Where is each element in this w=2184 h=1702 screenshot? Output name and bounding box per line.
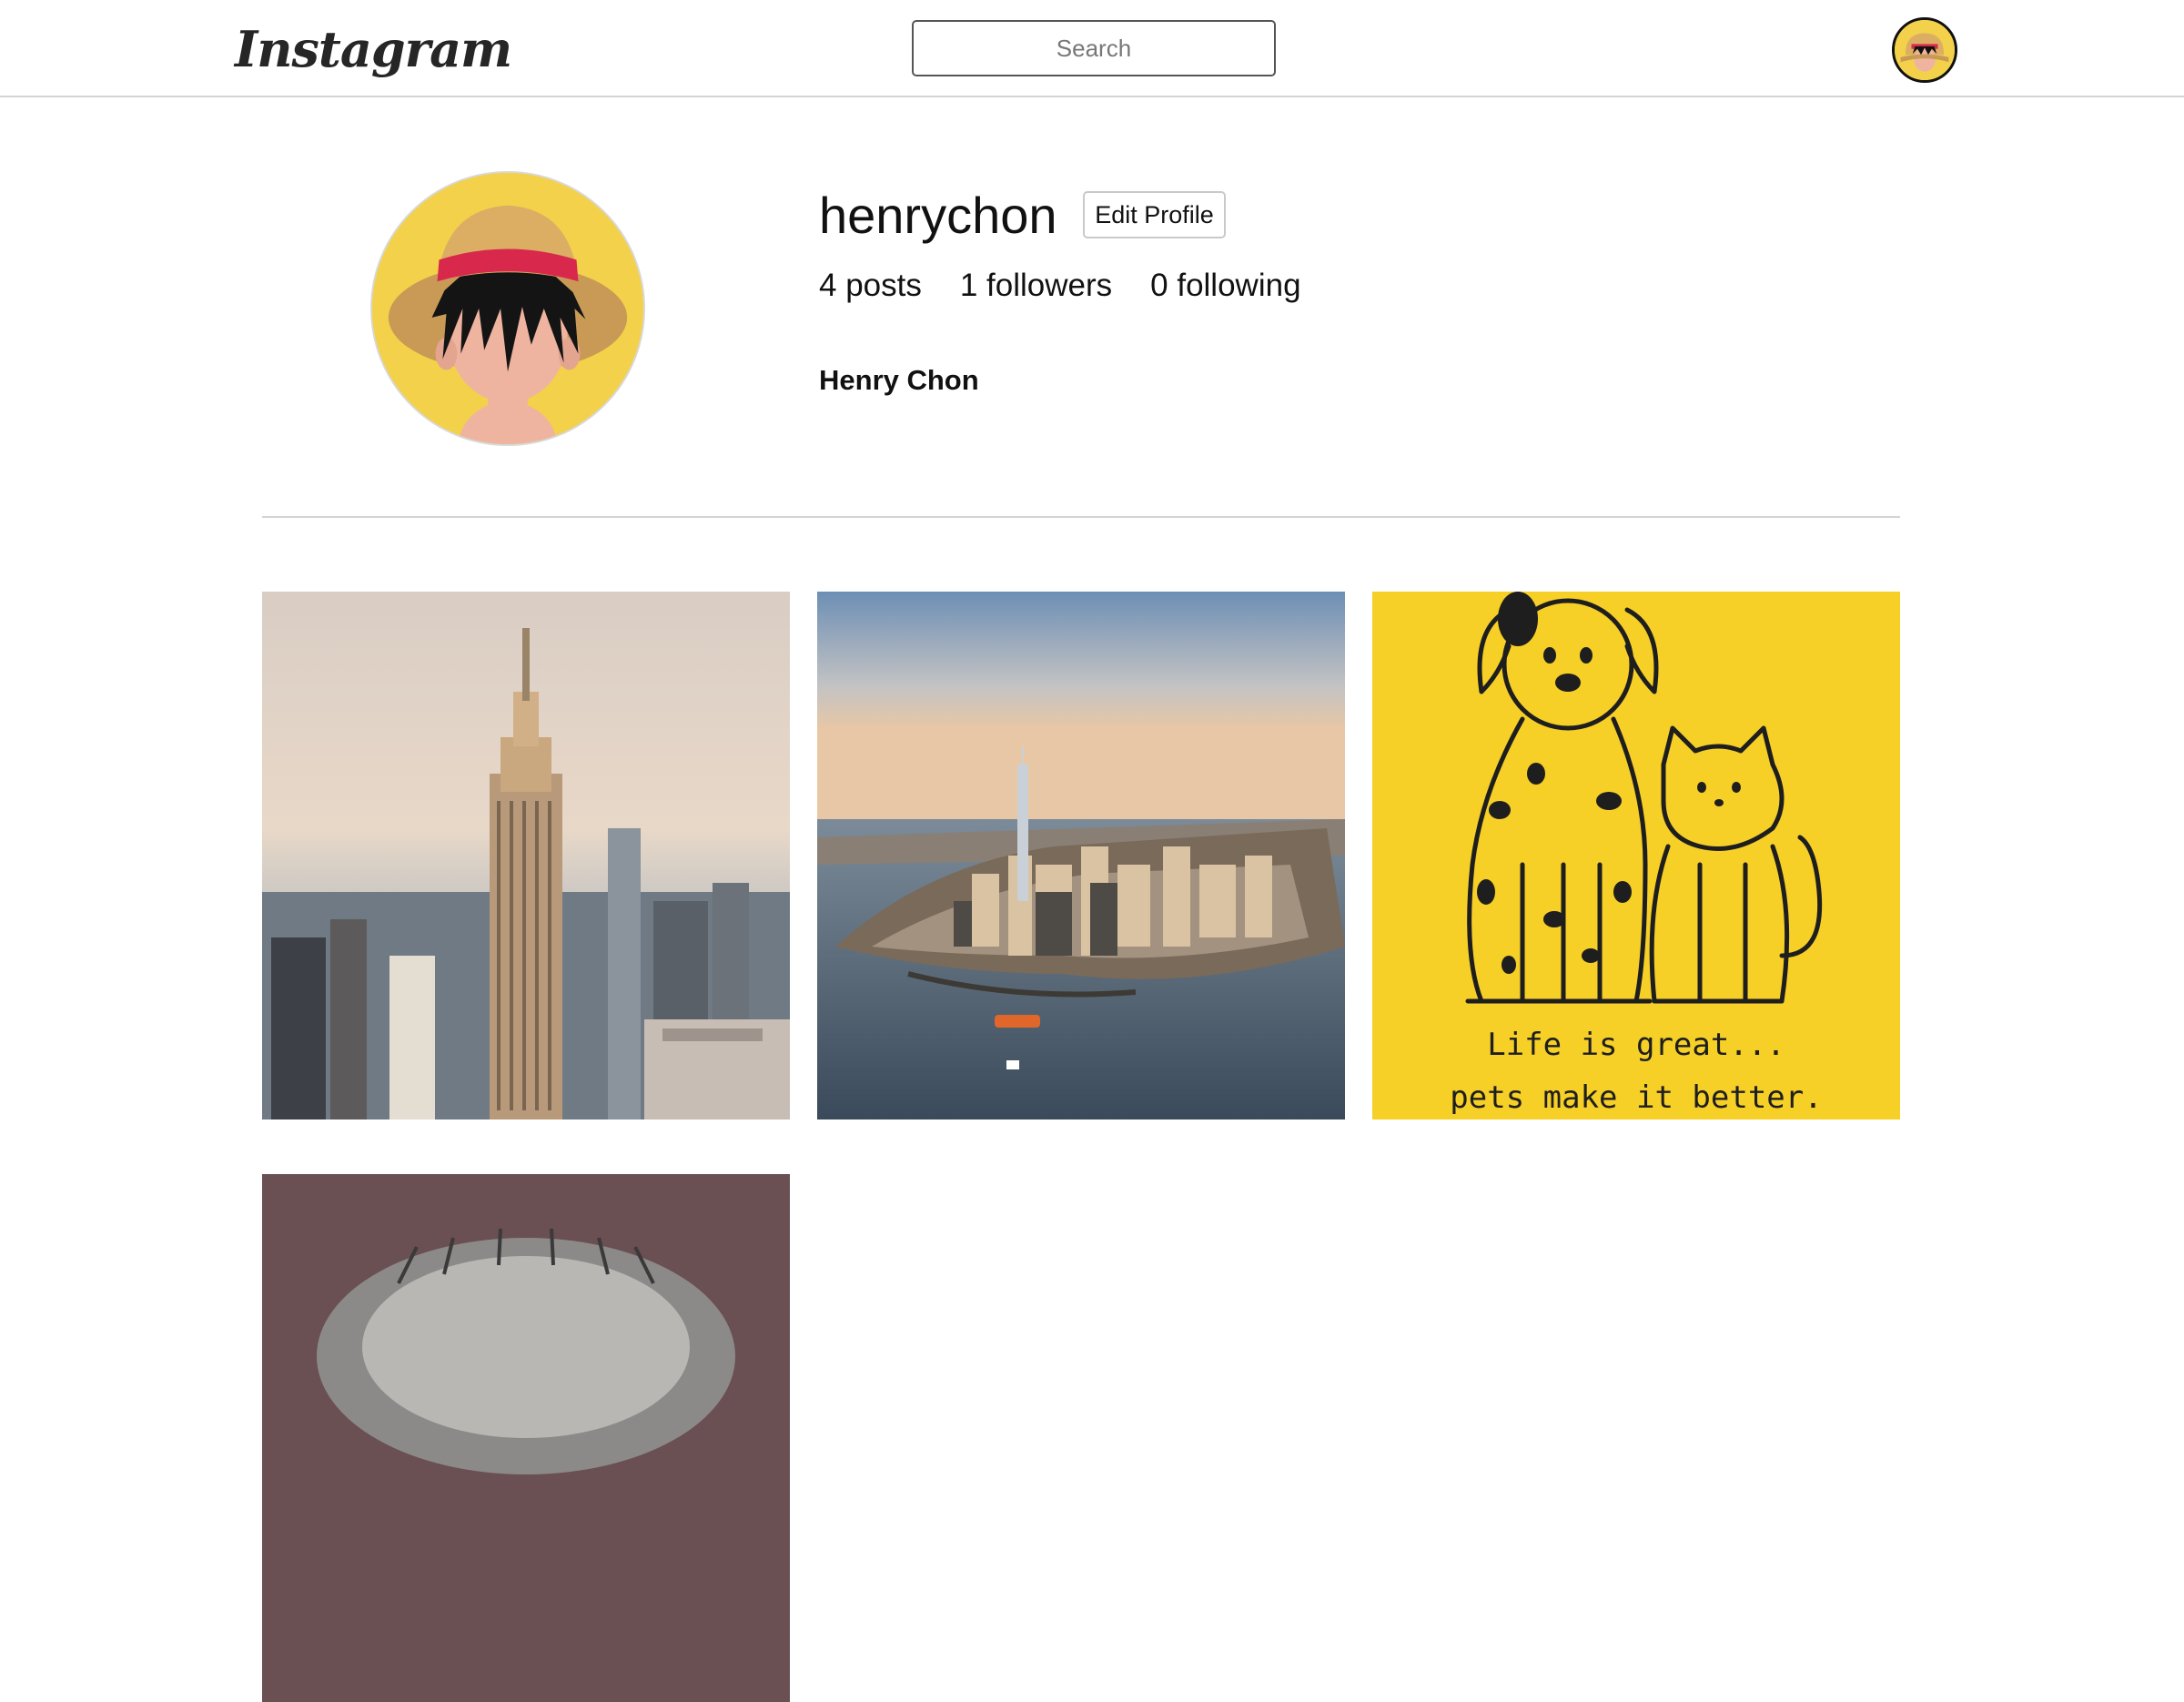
top-navigation-bar: Instagram xyxy=(0,0,2184,97)
profile-picture-icon xyxy=(372,173,643,444)
profile-avatar[interactable] xyxy=(370,171,645,446)
posts-count: 4 posts xyxy=(819,268,922,303)
poster-caption-line-2: pets make it better. xyxy=(1450,1079,1823,1116)
profile-stats: 4 posts 1 followers 0 following xyxy=(819,262,1301,309)
empire-state-photo xyxy=(262,592,790,1119)
poster-caption-line-1: Life is great... xyxy=(1487,1027,1785,1063)
profile-username: henrychon xyxy=(819,187,1057,244)
search-input[interactable] xyxy=(912,20,1276,76)
manhattan-aerial-photo xyxy=(817,592,1345,1119)
following-count[interactable]: 0 following xyxy=(1150,262,1300,309)
edit-profile-button[interactable]: Edit Profile xyxy=(1083,191,1226,238)
followers-count[interactable]: 1 followers xyxy=(960,262,1112,309)
profile-full-name: Henry Chon xyxy=(819,364,979,396)
post-thumbnail-3[interactable]: Life is great... pets make it better. xyxy=(1372,592,1900,1119)
post-thumbnail-4[interactable] xyxy=(262,1174,790,1702)
post-thumbnail-1[interactable] xyxy=(262,592,790,1119)
post-thumbnail-2[interactable] xyxy=(817,592,1345,1119)
instagram-logo[interactable]: Instagram xyxy=(235,13,512,86)
cat-photo xyxy=(262,1174,790,1702)
nav-profile-avatar[interactable] xyxy=(1892,17,1957,83)
avatar-icon xyxy=(1895,20,1955,80)
section-divider xyxy=(262,516,1900,518)
